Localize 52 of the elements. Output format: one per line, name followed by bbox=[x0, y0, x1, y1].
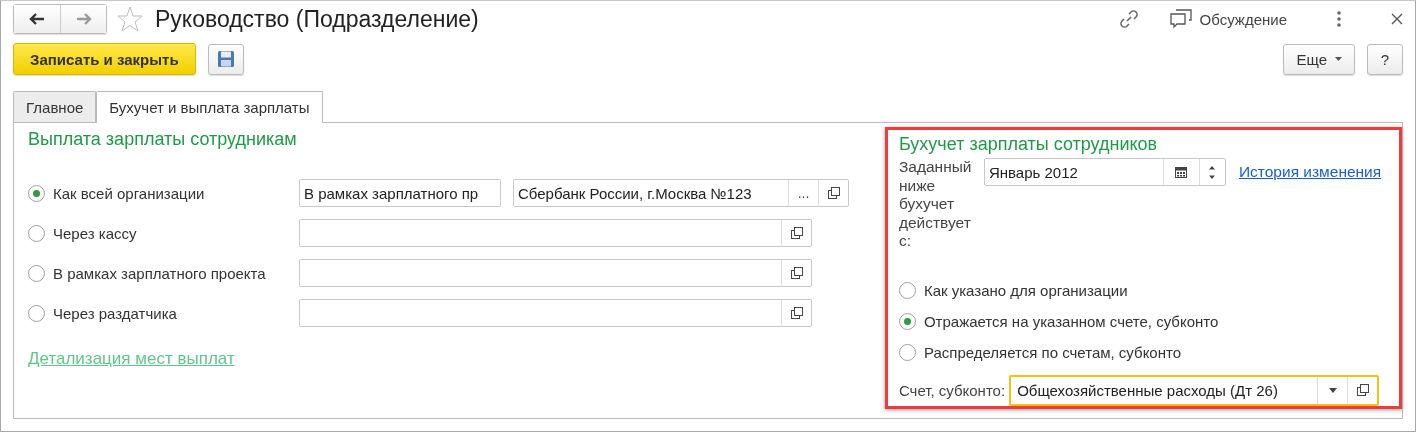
radio-button[interactable] bbox=[898, 344, 916, 361]
window-title: Руководство (Подразделение) bbox=[155, 5, 479, 33]
option-label: Через кассу bbox=[53, 224, 137, 242]
option-label: Распределяется по счетам, субконто bbox=[923, 344, 1182, 361]
section-title: Бухучет зарплаты сотрудников bbox=[898, 134, 1159, 156]
field-label: Счет, субконто: bbox=[898, 381, 1006, 399]
option-label: В рамках зарплатного проекта bbox=[53, 264, 266, 282]
open-icon bbox=[790, 267, 803, 279]
up-down-arrows-icon bbox=[1209, 165, 1216, 179]
input-field[interactable] bbox=[299, 259, 812, 287]
input-field[interactable] bbox=[299, 299, 812, 327]
help-button[interactable]: ? bbox=[1367, 43, 1403, 75]
option-label: Отражается на указанном счете, субконто bbox=[923, 313, 1219, 330]
field-label: Заданный ниже бухучет действует с: bbox=[898, 158, 973, 251]
open-icon bbox=[790, 307, 803, 319]
star-icon[interactable] bbox=[117, 6, 143, 32]
option-label: Как указано для организации bbox=[923, 282, 1128, 299]
open-icon bbox=[790, 227, 803, 239]
discussion-button[interactable]: Обсуждение bbox=[1169, 9, 1287, 29]
input-field[interactable]: Сбербанк России, г.Москва №123 ... bbox=[513, 179, 849, 207]
input-field[interactable] bbox=[299, 219, 812, 247]
radio-button[interactable] bbox=[28, 224, 45, 242]
close-icon[interactable] bbox=[1391, 13, 1403, 25]
radio-button[interactable] bbox=[898, 313, 916, 330]
save-button[interactable] bbox=[207, 43, 244, 75]
back-arrow-icon bbox=[29, 13, 45, 25]
chat-bubbles-icon bbox=[1169, 9, 1192, 29]
radio-button[interactable] bbox=[28, 304, 45, 322]
dropdown-field[interactable]: Общехозяйственные расходы (Дт 26) bbox=[1009, 374, 1380, 406]
more-icon[interactable] bbox=[1337, 11, 1341, 27]
option-label: Как всей организации bbox=[53, 184, 205, 202]
open-icon bbox=[1356, 384, 1369, 396]
forward-arrow-icon bbox=[75, 13, 92, 25]
tab[interactable]: Бухучет и выплата зарплаты bbox=[96, 91, 323, 123]
link-icon[interactable] bbox=[1117, 8, 1140, 30]
radio-button[interactable] bbox=[28, 264, 45, 282]
input-field[interactable]: В рамках зарплатного пр bbox=[299, 179, 501, 207]
caret-icon bbox=[1328, 387, 1337, 393]
radio-button[interactable] bbox=[898, 282, 916, 299]
history-link[interactable]: История изменения bbox=[1238, 163, 1382, 181]
open-icon bbox=[827, 187, 840, 199]
calendar-icon bbox=[1175, 166, 1188, 178]
tab[interactable]: Главное bbox=[13, 91, 97, 122]
select-button[interactable]: ... bbox=[788, 180, 818, 206]
more-button[interactable]: Еще bbox=[1283, 43, 1355, 75]
save-and-close-button[interactable]: Записать и закрыть bbox=[13, 43, 196, 75]
date-field[interactable]: Январь 2012 bbox=[983, 158, 1226, 186]
back-button[interactable] bbox=[14, 5, 60, 33]
section-title: Выплата зарплаты сотрудникам bbox=[28, 129, 298, 151]
caret-icon bbox=[1335, 57, 1342, 61]
option-label: Через раздатчика bbox=[53, 304, 177, 322]
radio-button[interactable] bbox=[28, 184, 45, 202]
